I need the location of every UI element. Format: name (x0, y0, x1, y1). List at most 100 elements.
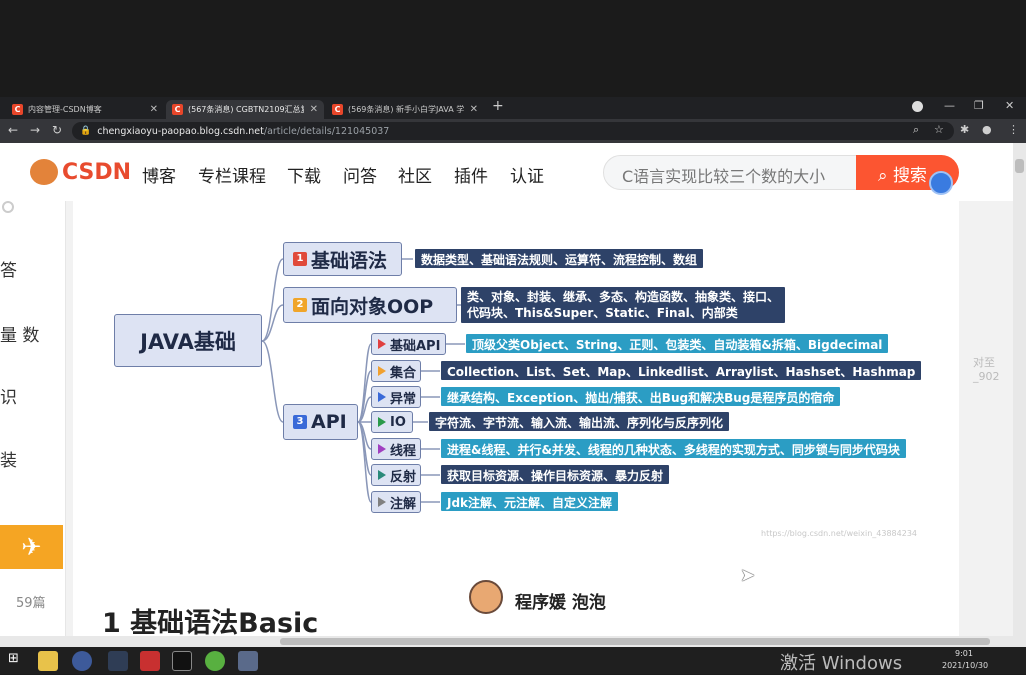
nav-blog[interactable]: 博客 (142, 162, 176, 187)
leaf-line: 类、对象、封装、继承、多态、构造函数、抽象类、接口、 (467, 290, 780, 304)
mindmap-leaf: 进程&线程、并行&并发、线程的几种状态、多线程的实现方式、同步锁与同步代码块 (441, 439, 906, 458)
mindmap-api-reflection: 反射 (371, 464, 421, 486)
sidebar-item[interactable]: 量 数 (0, 321, 39, 346)
mindmap-leaf: 数据类型、基础语法规则、运算符、流程控制、数组 (415, 249, 704, 268)
badge-number: 2 (293, 298, 307, 312)
close-tab-icon[interactable]: ✕ (150, 104, 158, 115)
file-explorer-icon[interactable] (38, 651, 58, 671)
scroll-thumb[interactable] (1015, 159, 1024, 173)
back-arrow-icon[interactable]: ← (8, 123, 18, 137)
green-flag-icon (378, 417, 386, 427)
section-heading: 1 基础语法Basic (102, 608, 319, 636)
browser-tab-java-beginner[interactable]: C (569条消息) 新手小白学JAVA 学 ✕ (326, 100, 484, 119)
nav-certification[interactable]: 认证 (510, 162, 544, 187)
branch-label: API (311, 411, 347, 433)
badge-number: 3 (293, 415, 307, 429)
browser-tab-cgbtn[interactable]: C (567条消息) CGBTN2109汇总复 ✕ (166, 100, 324, 119)
csdn-favicon-icon: C (332, 104, 343, 115)
windows-start-icon[interactable]: ⊞ (8, 651, 28, 671)
mindmap-branch-basic-syntax: 1 基础语法 (283, 242, 402, 276)
csdn-mascot-logo-icon[interactable] (30, 159, 58, 185)
horizontal-scrollbar[interactable] (0, 636, 1013, 647)
minimize-icon[interactable]: — (944, 99, 955, 112)
account-icon[interactable]: ● (982, 123, 992, 136)
clock-date[interactable]: 2021/10/30 (942, 661, 988, 670)
vertical-scrollbar[interactable] (1013, 143, 1026, 647)
reload-icon[interactable]: ↻ (52, 123, 62, 137)
settings-gear-icon[interactable] (238, 651, 258, 671)
scroll-thumb[interactable] (280, 638, 990, 645)
paper-plane-icon[interactable]: ✈ (0, 525, 63, 569)
tab-title: (569条消息) 新手小白学JAVA 学 (348, 105, 464, 114)
mindmap-api-collections: 集合 (371, 360, 421, 382)
nav-courses[interactable]: 专栏课程 (198, 162, 266, 187)
sidebar-item[interactable]: 识 (0, 383, 17, 408)
csdn-header: CSDN 博客 专栏课程 下载 问答 社区 插件 认证 C语言实现比较三个数的大… (0, 143, 1013, 201)
red-flag-icon (378, 339, 386, 349)
browser-tab-strip: C 内容管理-CSDN博客 ✕ C (567条消息) CGBTN2109汇总复 … (0, 97, 1026, 119)
mindmap-api-annotations: 注解 (371, 491, 421, 513)
browser-toolbar: ← → ↻ 🔒 chengxiaoyu-paopao.blog.csdn.net… (0, 119, 1026, 143)
filezilla-icon[interactable] (140, 651, 160, 671)
author-avatar[interactable] (469, 580, 503, 614)
browser-tab-content-management[interactable]: C 内容管理-CSDN博客 ✕ (6, 100, 164, 119)
mindmap-leaf: 字符流、字节流、输入流、输出流、序列化与反序列化 (429, 412, 730, 431)
sidebar-item[interactable]: 答 (0, 256, 17, 281)
image-watermark: https://blog.csdn.net/weixin_43884234 (761, 529, 918, 538)
mindmap-leaf: 获取目标资源、操作目标资源、暴力反射 (441, 465, 670, 484)
csdn-favicon-icon: C (12, 104, 23, 115)
floating-assistant-icon[interactable] (929, 171, 953, 195)
gray-flag-icon (378, 497, 386, 507)
menu-kebab-icon[interactable]: ⋮ (1008, 123, 1019, 136)
purple-flag-icon (378, 444, 386, 454)
blue-flag-icon (378, 392, 386, 402)
nav-plugins[interactable]: 插件 (454, 162, 488, 187)
mindmap-branch-oop: 2 面向对象OOP (283, 287, 457, 323)
clock-time[interactable]: 9:01 (955, 649, 973, 658)
left-sidebar: 答 量 数 识 装 ✈ 59篇 (0, 201, 66, 636)
csdn-favicon-icon: C (172, 104, 183, 115)
sidebar-top-icon (2, 201, 14, 213)
orange-flag-icon (378, 366, 386, 376)
mindmap-leaf: Jdk注解、元注解、自定义注解 (441, 492, 619, 511)
mindmap-leaf: 继承结构、Exception、抛出/捕获、出Bug和解决Bug是程序员的宿命 (441, 387, 841, 406)
badge-number: 1 (293, 252, 307, 266)
zoom-icon[interactable]: ⌕ (913, 123, 919, 137)
restore-icon[interactable]: ❐ (974, 99, 984, 112)
teal-flag-icon (378, 470, 386, 480)
tab-title: (567条消息) CGBTN2109汇总复 (188, 105, 304, 114)
profile-dot-icon[interactable] (912, 101, 923, 112)
node-label: 反射 (390, 469, 417, 485)
bookmark-star-icon[interactable]: ☆ (934, 123, 944, 136)
chrome-icon[interactable] (72, 651, 92, 671)
sidebar-item[interactable]: 装 (0, 446, 17, 471)
author-bar: 程序媛 泡泡 (447, 559, 959, 636)
tab-title: 内容管理-CSDN博客 (28, 105, 102, 114)
mindmap-root-node: JAVA基础 (114, 314, 262, 367)
activate-windows-watermark: 激活 Windows (780, 653, 903, 674)
extensions-icon[interactable]: ✱ (960, 123, 969, 136)
nav-community[interactable]: 社区 (398, 162, 432, 187)
close-tab-icon[interactable]: ✕ (310, 104, 318, 115)
address-bar[interactable]: 🔒 chengxiaoyu-paopao.blog.csdn.net/artic… (72, 122, 954, 140)
close-tab-icon[interactable]: ✕ (470, 104, 478, 115)
terminal-icon[interactable] (108, 651, 128, 671)
branch-label: 基础语法 (311, 249, 388, 272)
lock-icon: 🔒 (80, 126, 92, 136)
mouse-cursor-icon: ➤ (740, 565, 756, 586)
new-tab-button[interactable]: + (492, 98, 504, 114)
top-black-area (0, 0, 1026, 97)
mindmap-api-io: IO (371, 411, 413, 433)
intellij-icon[interactable] (172, 651, 192, 671)
nav-download[interactable]: 下载 (287, 162, 321, 187)
author-name[interactable]: 程序媛 泡泡 (515, 588, 606, 613)
node-label: 集合 (390, 365, 417, 381)
window-close-icon[interactable]: ✕ (1005, 99, 1014, 112)
search-button-label: 搜索 (892, 166, 927, 186)
csdn-logo-text[interactable]: CSDN (62, 160, 131, 185)
nav-qa[interactable]: 问答 (343, 162, 377, 187)
forward-arrow-icon[interactable]: → (30, 123, 40, 137)
search-input[interactable]: C语言实现比较三个数的大小 (603, 155, 858, 190)
app-icon[interactable] (205, 651, 225, 671)
mindmap-leaf: Collection、List、Set、Map、Linkedlist、Array… (441, 361, 922, 380)
